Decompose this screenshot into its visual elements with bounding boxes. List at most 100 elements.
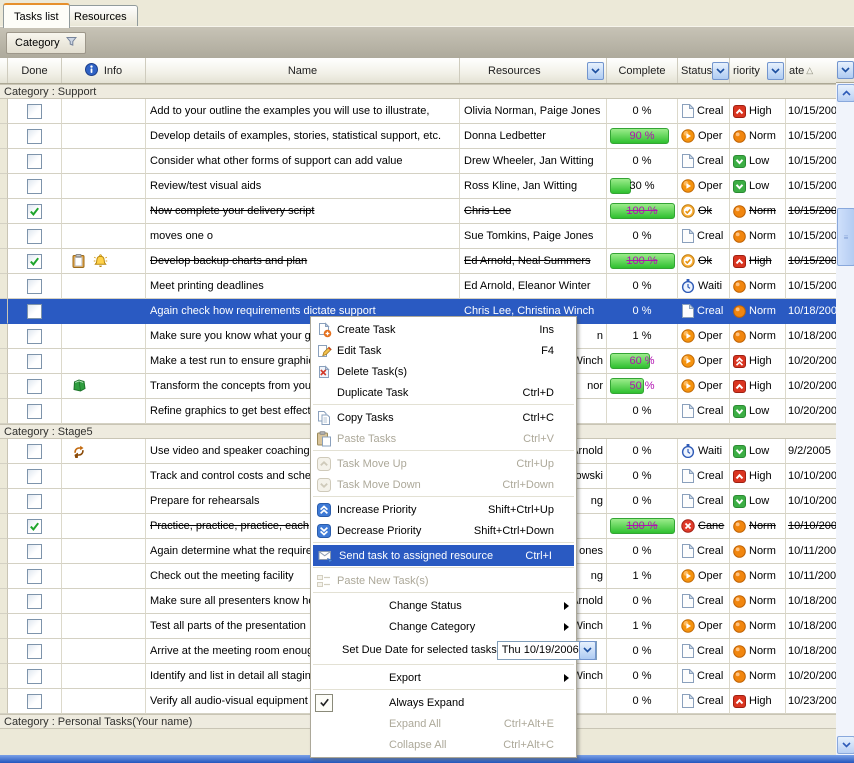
menu-item-duplicate-task[interactable]: Duplicate TaskCtrl+D [311, 382, 576, 403]
create-task-icon [311, 322, 337, 338]
due-date-editor[interactable]: Thu 10/19/2006 [497, 641, 597, 660]
header-priority[interactable]: riority [730, 58, 786, 83]
category-group-button[interactable]: Category [6, 32, 86, 54]
status-filter-button[interactable] [712, 62, 729, 80]
done-checkbox[interactable] [27, 129, 42, 144]
menu-item-shortcut: Shift+Ctrl+Up [488, 504, 554, 516]
task-name: Track and control costs and sche [150, 470, 311, 482]
table-row[interactable]: moves one oSue Tomkins, Paige Jones0 %Cr… [0, 224, 836, 249]
done-checkbox[interactable] [27, 154, 42, 169]
done-checkbox[interactable] [27, 379, 42, 394]
due-date: 10/10/200 [788, 520, 836, 532]
menu-item-decrease-priority[interactable]: Decrease PriorityShift+Ctrl+Down [311, 520, 576, 541]
scroll-up-button[interactable] [837, 84, 854, 102]
status-label: Creal [697, 155, 723, 167]
group-header[interactable]: Category : Support [0, 84, 836, 99]
menu-item-shortcut: Ctrl+I [525, 550, 552, 562]
priority-label: Norm [749, 595, 776, 607]
done-checkbox[interactable] [27, 519, 42, 534]
header-resources[interactable]: Resources [460, 58, 607, 83]
done-cell [8, 539, 62, 564]
done-checkbox[interactable] [27, 444, 42, 459]
menu-item-delete-task-s[interactable]: Delete Task(s) [311, 361, 576, 382]
tab-tasks-list[interactable]: Tasks list [3, 3, 70, 28]
menu-item-export[interactable]: Export [311, 667, 576, 688]
header-info[interactable]: Info [62, 58, 146, 83]
done-checkbox[interactable] [27, 469, 42, 484]
priority-label: Norm [749, 520, 776, 532]
complete-value: 0 % [633, 105, 652, 117]
table-row[interactable]: Consider what other forms of support can… [0, 149, 836, 174]
status-label: Creal [697, 695, 723, 707]
done-checkbox[interactable] [27, 494, 42, 509]
menu-item-always-expand[interactable]: Always Expand [311, 692, 576, 713]
menu-item-send-task-to-assigned-resource[interactable]: Send task to assigned resourceCtrl+I [313, 545, 574, 566]
status-cell: Creal [678, 399, 730, 424]
due-date: 10/18/200 [788, 620, 836, 632]
header-name[interactable]: Name [146, 58, 460, 83]
scroll-thumb[interactable]: ≡ [837, 208, 854, 266]
done-checkbox[interactable] [27, 304, 42, 319]
vertical-scrollbar[interactable]: ≡ [836, 83, 854, 755]
done-checkbox[interactable] [27, 329, 42, 344]
status-cell: Creal [678, 539, 730, 564]
done-checkbox[interactable] [27, 204, 42, 219]
menu-item-create-task[interactable]: Create TaskIns [311, 319, 576, 340]
menu-item-change-category[interactable]: Change Category [311, 616, 576, 637]
menu-item-task-move-up[interactable]: Task Move UpCtrl+Up [311, 453, 576, 474]
menu-item-change-status[interactable]: Change Status [311, 595, 576, 616]
task-resources: owski [575, 470, 603, 482]
done-checkbox[interactable] [27, 544, 42, 559]
complete-cell: 100 % [607, 514, 678, 539]
table-row[interactable]: Develop backup charts and planEd Arnold,… [0, 249, 836, 274]
due-date-dropdown-button[interactable] [579, 641, 596, 660]
resources-filter-button[interactable] [587, 62, 604, 80]
header-complete[interactable]: Complete [607, 58, 678, 83]
header-date[interactable]: ate △ [786, 58, 836, 83]
done-checkbox[interactable] [27, 404, 42, 419]
done-checkbox[interactable] [27, 644, 42, 659]
menu-item-collapse-all[interactable]: Collapse AllCtrl+Alt+C [311, 734, 576, 755]
menu-item-set-due-date-for-selected-tasks[interactable]: Set Due Date for selected tasksThu 10/19… [311, 637, 576, 663]
high-icon [733, 105, 746, 118]
menu-item-paste-tasks[interactable]: Paste TasksCtrl+V [311, 428, 576, 449]
done-cell [8, 174, 62, 199]
done-checkbox[interactable] [27, 254, 42, 269]
table-row[interactable]: Add to your outline the examples you wil… [0, 99, 836, 124]
menu-item-task-move-down[interactable]: Task Move DownCtrl+Down [311, 474, 576, 495]
table-row[interactable]: Now complete your delivery scriptChris L… [0, 199, 836, 224]
row-marker [0, 464, 8, 489]
scroll-down-button[interactable] [837, 736, 854, 754]
tab-resources[interactable]: Resources [63, 5, 138, 27]
menu-item-edit-task[interactable]: Edit TaskF4 [311, 340, 576, 361]
menu-item-expand-all[interactable]: Expand AllCtrl+Alt+E [311, 713, 576, 734]
name-cell: moves one o [146, 224, 460, 249]
complete-value: 100 % [626, 255, 657, 267]
done-checkbox[interactable] [27, 669, 42, 684]
low-icon [733, 495, 746, 508]
done-checkbox[interactable] [27, 594, 42, 609]
done-checkbox[interactable] [27, 569, 42, 584]
complete-cell: 60 % [607, 349, 678, 374]
due-date: 10/18/200 [788, 305, 836, 317]
header-done[interactable]: Done [8, 58, 62, 83]
menu-item-copy-tasks[interactable]: Copy TasksCtrl+C [311, 407, 576, 428]
table-row[interactable]: Meet printing deadlinesEd Arnold, Eleano… [0, 274, 836, 299]
done-checkbox[interactable] [27, 104, 42, 119]
done-checkbox[interactable] [27, 279, 42, 294]
menu-item-increase-priority[interactable]: Increase PriorityShift+Ctrl+Up [311, 499, 576, 520]
info-cell [62, 464, 146, 489]
done-checkbox[interactable] [27, 229, 42, 244]
done-checkbox[interactable] [27, 619, 42, 634]
done-checkbox[interactable] [27, 354, 42, 369]
menu-item-paste-new-task-s[interactable]: Paste New Task(s) [311, 570, 576, 591]
date-filter-button[interactable] [837, 61, 854, 79]
priority-label: High [749, 470, 772, 482]
table-row[interactable]: Develop details of examples, stories, st… [0, 124, 836, 149]
done-checkbox[interactable] [27, 179, 42, 194]
tab-resources-label: Resources [74, 11, 127, 23]
done-checkbox[interactable] [27, 694, 42, 709]
header-status[interactable]: Status [678, 58, 730, 83]
table-row[interactable]: Review/test visual aidsRoss Kline, Jan W… [0, 174, 836, 199]
priority-filter-button[interactable] [767, 62, 784, 80]
